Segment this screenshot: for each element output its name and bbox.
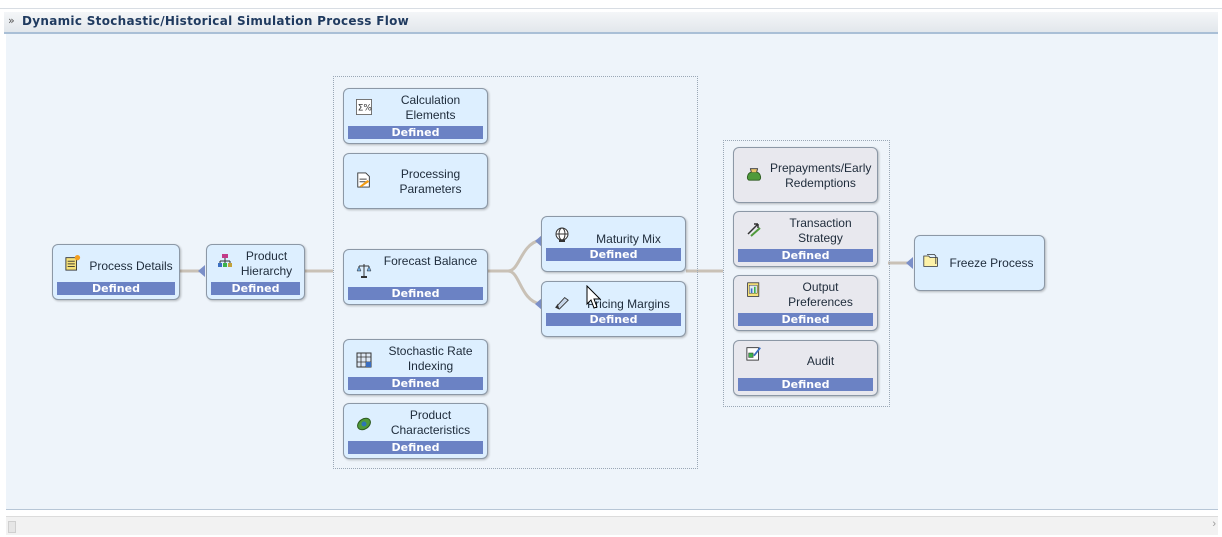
node-label: Calculation Elements (400, 93, 461, 122)
status-badge: Defined (738, 313, 873, 326)
input-port (198, 265, 205, 277)
node-label: Stochastic Rate Indexing (388, 344, 473, 373)
status-badge: Defined (738, 378, 873, 391)
node-label: Output Preferences (788, 280, 853, 309)
node-freeze-process[interactable]: Freeze Process (914, 235, 1045, 291)
arrows-icon (747, 223, 761, 237)
node-process-details[interactable]: Process Details Defined (52, 244, 180, 300)
node-label: Process Details (89, 259, 173, 273)
node-label: Maturity Mix (596, 232, 661, 246)
node-label: Freeze Process (949, 256, 1034, 270)
status-badge: Defined (348, 287, 483, 300)
node-stochastic-rate-indexing[interactable]: Stochastic Rate Indexing Defined (343, 339, 488, 395)
folder-icon (923, 254, 938, 267)
node-audit[interactable]: Audit Defined (733, 340, 878, 396)
status-badge: Defined (546, 248, 681, 261)
status-badge: Defined (348, 126, 483, 139)
hierarchy-icon (218, 254, 232, 267)
pen-icon (555, 296, 569, 310)
status-badge: Defined (211, 282, 300, 295)
node-label: Forecast Balance (383, 254, 478, 268)
node-product-hierarchy[interactable]: Product Hierarchy Defined (206, 244, 305, 300)
node-calculation-elements[interactable]: Σ% Calculation Elements Defined (343, 88, 488, 144)
node-transaction-strategy[interactable]: Transaction Strategy Defined (733, 211, 878, 267)
status-badge: Defined (348, 441, 483, 454)
status-badge: Defined (57, 282, 175, 295)
calculator-grid-icon (356, 352, 372, 368)
scroll-right-arrow-icon[interactable]: › (1212, 518, 1216, 530)
globe-icon (555, 227, 569, 242)
money-bag-icon (746, 168, 762, 181)
input-port (906, 257, 913, 269)
node-maturity-mix[interactable]: Maturity Mix Defined (541, 216, 686, 272)
mouse-cursor-icon (586, 285, 602, 309)
node-label: Product Hierarchy (240, 249, 293, 278)
scales-icon (356, 264, 372, 278)
status-badge: Defined (738, 249, 873, 262)
horizontal-scrollbar[interactable]: › (6, 516, 1218, 535)
node-label: Product Characteristics (390, 408, 471, 437)
node-label: Audit (806, 354, 835, 368)
clipboard-check-icon (746, 347, 761, 361)
node-processing-parameters[interactable]: Processing Parameters (343, 153, 488, 209)
notepad-star-icon (65, 255, 81, 271)
node-product-characteristics[interactable]: Product Characteristics Defined (343, 403, 488, 459)
status-badge: Defined (348, 377, 483, 390)
node-label: Prepayments/Early Redemptions (770, 161, 872, 190)
node-forecast-balance[interactable]: Forecast Balance Defined (343, 249, 488, 305)
report-icon (747, 282, 760, 297)
node-pricing-margins[interactable]: Pricing Margins Defined (541, 281, 686, 337)
sigma-percent-icon: Σ% (356, 99, 372, 115)
node-label: Transaction Strategy (789, 216, 852, 245)
leaf-icon (357, 417, 371, 431)
document-pencil-icon (357, 172, 370, 188)
node-label: Processing Parameters (399, 167, 462, 196)
scroll-left-button[interactable] (8, 521, 16, 533)
svg-text:Σ%: Σ% (358, 104, 372, 114)
node-prepayments[interactable]: Prepayments/Early Redemptions (733, 147, 878, 203)
node-output-preferences[interactable]: Output Preferences Defined (733, 275, 878, 331)
status-badge: Defined (546, 313, 681, 326)
